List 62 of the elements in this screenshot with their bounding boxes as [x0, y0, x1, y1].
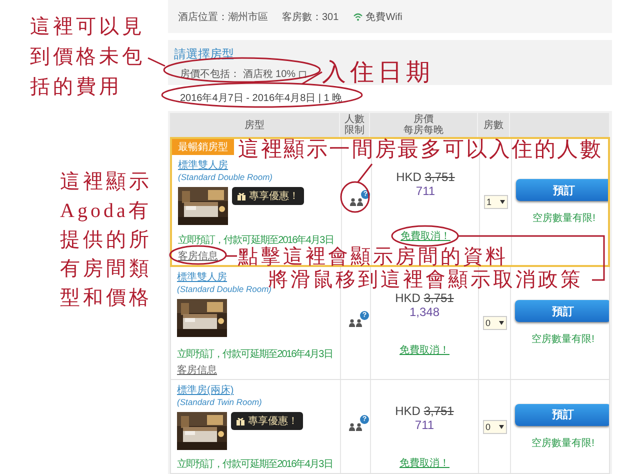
- room-name-english: (Standard Twin Room): [177, 397, 262, 407]
- leader-line: [226, 255, 237, 257]
- caret-icon: [498, 424, 504, 428]
- column-header: 房價: [414, 114, 434, 125]
- wifi-label: 免費Wifi: [366, 10, 402, 24]
- leader-line: [148, 57, 166, 67]
- info-icon: [298, 70, 306, 78]
- leader-line: [357, 164, 373, 182]
- annotation-text: 這裡可以見到價格未包括的費用: [30, 15, 146, 100]
- bestseller-tag: 最暢銷房型: [172, 139, 234, 155]
- people-icon: [350, 198, 363, 206]
- column-header: 房數: [484, 120, 504, 130]
- pay-later-note: 立即預訂，付款可延期至2016年4月3日: [177, 458, 332, 471]
- gift-icon: [236, 416, 245, 426]
- column-header: 房型: [244, 120, 264, 130]
- annotation-text: 這裡顯示Agoda有提供的所有房間類型和價格: [60, 170, 153, 311]
- room-count-select[interactable]: 1: [484, 195, 508, 209]
- room-name-link[interactable]: 標準房(兩床): [177, 383, 234, 397]
- discount-price: 1,348: [409, 305, 440, 319]
- room-name-link[interactable]: 標準雙人房: [178, 158, 228, 172]
- caret-icon: [500, 200, 504, 204]
- room-count-select[interactable]: 0: [482, 420, 506, 434]
- room-count-select[interactable]: 0: [482, 316, 506, 330]
- original-price: HKD 3,751: [395, 291, 454, 305]
- column-subheader: 每房每晚: [404, 125, 444, 136]
- free-cancel-link[interactable]: 免費取消！: [400, 343, 450, 357]
- room-total: 客房數：301: [282, 10, 339, 24]
- pay-later-note: 立即預訂，付款可延期至2016年4月3日: [177, 348, 332, 361]
- annotation-text: 點擊這裡會顯示房間的資料: [238, 246, 508, 268]
- highlight-ellipse: [391, 225, 459, 247]
- book-button[interactable]: 預訂: [515, 404, 609, 426]
- free-cancel-link[interactable]: 免費取消！: [400, 456, 450, 470]
- people-icon: [349, 422, 362, 430]
- availability-note: 空房數量有限!: [532, 332, 594, 346]
- availability-note: 空房數量有限!: [532, 212, 596, 225]
- book-button[interactable]: 預訂: [515, 300, 609, 322]
- room-info-link[interactable]: 客房信息: [178, 249, 218, 263]
- highlight-ellipse: [169, 245, 227, 265]
- original-price: HKD 3,751: [396, 170, 455, 184]
- original-price: HKD 3,751: [395, 404, 454, 418]
- highlight-ellipse: [340, 181, 370, 213]
- hotel-location: 酒店位置：潮州市區: [178, 10, 268, 24]
- column-header: 人數限制: [344, 114, 366, 136]
- discount-price: 711: [414, 418, 434, 432]
- annotation-text: 入住日期: [322, 59, 434, 88]
- promo-badge: 專享優惠！: [232, 187, 304, 205]
- discount-price: 711: [416, 184, 436, 198]
- gift-icon: [237, 192, 246, 200]
- people-icon: [349, 319, 362, 327]
- wifi-icon: [352, 12, 363, 20]
- promo-badge: 專享優惠！: [231, 412, 303, 430]
- availability-note: 空房數量有限!: [532, 436, 594, 450]
- book-button[interactable]: 預訂: [516, 179, 608, 201]
- annotation-text: 這裡顯示一間房最多可以入住的人數: [238, 136, 603, 162]
- room-info-link[interactable]: 客房信息: [177, 363, 217, 377]
- leader-line: [302, 71, 322, 85]
- caret-icon: [498, 321, 504, 325]
- room-name-link[interactable]: 標準雙人房: [177, 270, 227, 284]
- pay-later-note: 立即預訂，付款可延期至2016年4月3日: [178, 234, 334, 246]
- free-cancel-link[interactable]: 免費取消！: [400, 229, 450, 243]
- room-name-english: (Standard Double Room): [178, 172, 272, 182]
- stay-dates: 2016年4月7日 - 2016年4月8日 | 1 晚: [180, 93, 342, 104]
